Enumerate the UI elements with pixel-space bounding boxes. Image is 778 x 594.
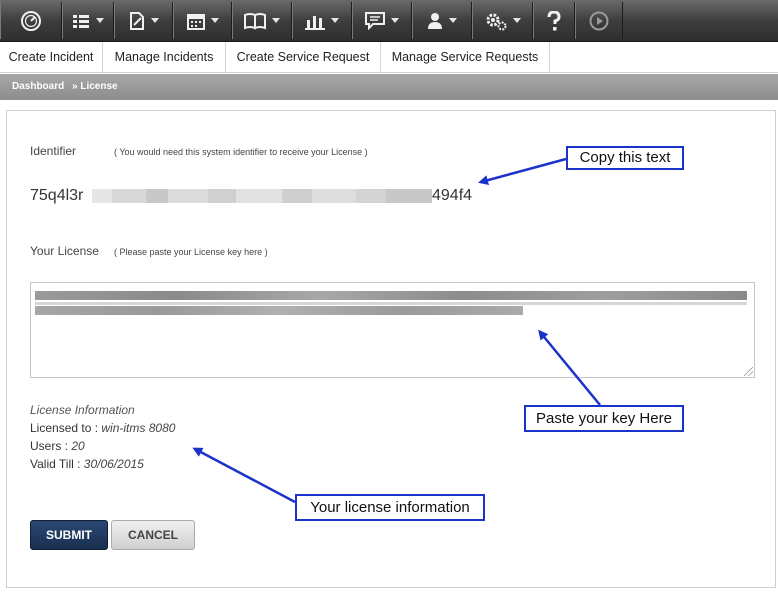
license-info-heading: License Information bbox=[30, 403, 135, 417]
bar-chart-icon bbox=[305, 15, 325, 30]
chevron-down-icon bbox=[272, 18, 280, 23]
chevron-down-icon bbox=[150, 18, 159, 23]
calendar-menu-button[interactable] bbox=[173, 2, 232, 39]
breadcrumb: Dashboard » License bbox=[0, 74, 778, 100]
list-icon bbox=[73, 14, 89, 28]
breadcrumb-dashboard-link[interactable]: Dashboard bbox=[12, 81, 64, 92]
tab-manage-incidents[interactable]: Manage Incidents bbox=[103, 42, 226, 73]
chevron-down-icon bbox=[331, 18, 339, 23]
users-value: 20 bbox=[71, 439, 85, 453]
tab-manage-service-requests[interactable]: Manage Service Requests bbox=[381, 42, 550, 73]
identifier-label: Identifier bbox=[30, 144, 77, 158]
edit-document-icon bbox=[129, 11, 144, 30]
licensed-to-row: Licensed to : win-itms 8080 bbox=[30, 421, 175, 435]
chevron-down-icon bbox=[96, 18, 104, 23]
edit-menu-button[interactable] bbox=[114, 2, 173, 39]
calendar-icon bbox=[186, 13, 205, 30]
help-button[interactable] bbox=[533, 2, 575, 39]
chevron-down-icon bbox=[391, 18, 399, 23]
cancel-button[interactable]: CANCEL bbox=[111, 520, 195, 550]
valid-till-label: Valid Till : bbox=[30, 457, 84, 471]
play-button[interactable] bbox=[575, 2, 623, 39]
submit-button[interactable]: SUBMIT bbox=[30, 520, 108, 550]
chat-menu-button[interactable] bbox=[352, 2, 412, 39]
chevron-down-icon bbox=[512, 18, 521, 23]
licensed-to-value: win-itms 8080 bbox=[101, 421, 176, 435]
knowledge-menu-button[interactable] bbox=[232, 2, 292, 39]
license-hint: ( Please paste your License key here ) bbox=[114, 247, 268, 257]
valid-till-row: Valid Till : 30/06/2015 bbox=[30, 457, 144, 471]
identifier-prefix: 75q4l3r bbox=[30, 187, 84, 204]
tab-create-incident[interactable]: Create Incident bbox=[0, 42, 103, 73]
breadcrumb-current: » License bbox=[72, 81, 118, 92]
user-menu-button[interactable] bbox=[412, 2, 472, 39]
dashboard-icon bbox=[21, 10, 41, 31]
settings-menu-button[interactable] bbox=[472, 2, 533, 39]
help-icon bbox=[547, 10, 561, 30]
callout-copy-text: Copy this text bbox=[566, 146, 684, 170]
play-icon bbox=[589, 11, 609, 30]
chevron-down-icon bbox=[449, 18, 457, 23]
user-icon bbox=[428, 12, 442, 29]
list-menu-button[interactable] bbox=[62, 2, 114, 39]
chat-icon bbox=[365, 11, 385, 30]
users-row: Users : 20 bbox=[30, 439, 85, 453]
reports-menu-button[interactable] bbox=[292, 2, 352, 39]
identifier-value[interactable]: 75q4l3r bbox=[30, 187, 83, 205]
license-key-textarea[interactable] bbox=[30, 282, 755, 378]
book-icon bbox=[244, 12, 266, 29]
valid-till-value: 30/06/2015 bbox=[83, 457, 144, 471]
dashboard-button[interactable] bbox=[0, 2, 62, 39]
users-label: Users : bbox=[30, 439, 72, 453]
callout-license-info: Your license information bbox=[295, 494, 485, 521]
settings-icon bbox=[486, 13, 506, 30]
resize-handle-icon[interactable] bbox=[744, 367, 753, 376]
identifier-hint: ( You would need this system identifier … bbox=[114, 147, 368, 157]
chevron-down-icon bbox=[210, 18, 219, 23]
main-toolbar bbox=[0, 0, 778, 42]
tab-create-service-request[interactable]: Create Service Request bbox=[226, 42, 381, 73]
sub-navigation: Create Incident Manage Incidents Create … bbox=[0, 42, 778, 73]
license-label: Your License bbox=[30, 244, 99, 258]
identifier-suffix: 494f4 bbox=[432, 187, 473, 204]
callout-paste-key: Paste your key Here bbox=[524, 405, 684, 432]
licensed-to-label: Licensed to : bbox=[30, 421, 102, 435]
